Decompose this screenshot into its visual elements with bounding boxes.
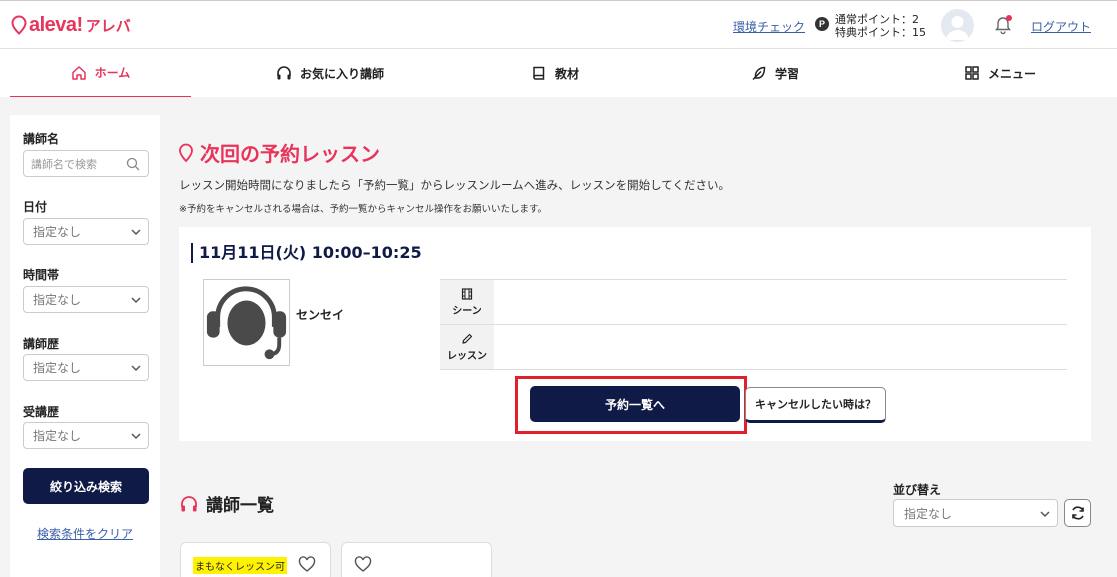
header: aleva! アレバ 環境チェック P 通常ポイント：2 特典ポイント：15 ロ… <box>0 0 1117 49</box>
chevron-down-icon <box>1040 511 1050 518</box>
time-label: 時間帯 <box>23 268 60 282</box>
career-label: 講師歴 <box>23 337 60 351</box>
lesson-datetime: 11月11日(火) 10:00–10:25 <box>191 243 422 263</box>
logo-kana: アレバ <box>85 16 131 35</box>
date-label: 日付 <box>23 200 48 214</box>
cancel-note: ※予約をキャンセルされる場合は、予約一覧からキャンセル操作をお願いいたします。 <box>179 204 548 215</box>
logo-pin-icon <box>11 15 27 35</box>
tab-study-label: 学習 <box>774 66 799 81</box>
career-select[interactable]: 指定なし <box>23 354 149 381</box>
chevron-down-icon <box>131 433 141 440</box>
grid-icon <box>965 66 979 80</box>
teacher-name-label: 講師名 <box>23 132 60 146</box>
lesson-info-table: シーン レッスン <box>440 279 1067 370</box>
points-icon: P <box>815 17 829 31</box>
tab-materials[interactable]: 教材 <box>495 49 615 97</box>
pin-icon <box>179 143 193 162</box>
history-label: 受講歴 <box>23 405 60 419</box>
teacher-card[interactable]: まもなくレッスン可 <box>180 542 331 577</box>
heart-icon[interactable] <box>354 556 372 573</box>
chevron-down-icon <box>131 297 141 304</box>
date-select-value: 指定なし <box>33 225 82 239</box>
history-select-value: 指定なし <box>33 429 82 443</box>
logo-text: aleva! <box>29 13 83 36</box>
sort-select[interactable]: 指定なし <box>893 499 1058 527</box>
next-lesson-card: 11月11日(火) 10:00–10:25 センセイ シーン レッスン 予約一覧… <box>179 227 1091 441</box>
tab-home-label: ホーム <box>94 66 131 80</box>
tab-menu-label: メニュー <box>987 66 1036 81</box>
refresh-button[interactable] <box>1064 499 1091 527</box>
normal-points: 通常ポイント：2 <box>835 13 919 26</box>
pencil-icon <box>462 333 473 344</box>
next-lesson-title: 次回の予約レッスン <box>200 142 380 166</box>
tab-home[interactable]: ホーム <box>10 49 191 97</box>
teacher-list-title: 講師一覧 <box>206 496 274 516</box>
home-icon <box>71 65 86 80</box>
tab-favorites-label: お気に入り講師 <box>299 66 384 81</box>
history-select[interactable]: 指定なし <box>23 422 149 449</box>
avatar[interactable] <box>941 9 974 42</box>
env-check-link[interactable]: 環境チェック <box>733 18 805 35</box>
teacher-photo[interactable] <box>203 279 290 366</box>
tab-study[interactable]: 学習 <box>715 49 835 97</box>
lesson-header: レッスン <box>440 325 494 369</box>
tab-menu[interactable]: メニュー <box>940 49 1060 97</box>
time-select[interactable]: 指定なし <box>23 286 149 313</box>
teacher-name[interactable]: センセイ <box>296 306 344 323</box>
book-icon <box>533 66 545 80</box>
headset-avatar-icon <box>206 286 287 360</box>
teacher-search-placeholder: 講師名で検索 <box>31 157 97 171</box>
tab-favorites[interactable]: お気に入り講師 <box>240 49 420 97</box>
next-lesson-heading: 次回の予約レッスン <box>178 138 380 167</box>
refresh-icon <box>1071 506 1084 520</box>
clear-filters-link[interactable]: 検索条件をクリア <box>10 525 160 542</box>
scene-header: シーン <box>440 280 494 324</box>
main-nav: ホーム お気に入り講師 教材 学習 メニュー <box>0 49 1117 97</box>
filter-search-button[interactable]: 絞り込み検索 <box>23 468 149 504</box>
available-soon-badge: まもなくレッスン可 <box>193 557 287 574</box>
scene-row: シーン <box>440 280 1067 325</box>
reservation-list-button[interactable]: 予約一覧へ <box>530 386 740 422</box>
heart-icon[interactable] <box>298 556 316 573</box>
bonus-points: 特典ポイント：15 <box>835 26 926 39</box>
time-select-value: 指定なし <box>33 293 82 307</box>
lesson-instructions: レッスン開始時間になりましたら「予約一覧」からレッスンルームへ進み、レッスンを開… <box>179 178 730 192</box>
cancel-help-button[interactable]: キャンセルしたい時は？ <box>745 387 886 423</box>
headphones-icon <box>277 66 291 80</box>
avatar-icon <box>946 16 969 40</box>
sort-label: 並び替え <box>893 483 942 497</box>
tab-materials-label: 教材 <box>554 66 579 81</box>
logout-link[interactable]: ログアウト <box>1031 18 1091 35</box>
sort-select-value: 指定なし <box>904 506 953 521</box>
career-select-value: 指定なし <box>33 361 82 375</box>
notification-dot <box>1006 15 1012 21</box>
points-info: 通常ポイント：2 特典ポイント：15 <box>835 13 926 39</box>
teacher-search-input[interactable]: 講師名で検索 <box>23 150 149 177</box>
search-icon <box>126 157 140 171</box>
date-select[interactable]: 指定なし <box>23 218 149 245</box>
logo[interactable]: aleva! アレバ <box>10 13 131 37</box>
chevron-down-icon <box>131 229 141 236</box>
lesson-label: レッスン <box>447 350 487 362</box>
chevron-down-icon <box>131 365 141 372</box>
lesson-row: レッスン <box>440 325 1067 370</box>
film-icon <box>461 287 473 300</box>
teacher-list-heading: 講師一覧 <box>180 491 274 516</box>
teacher-card[interactable] <box>341 542 492 577</box>
headphones-icon <box>181 495 197 511</box>
filter-sidebar: 講師名 講師名で検索 日付 指定なし 時間帯 指定なし 講師歴 指定なし 受講歴… <box>10 115 160 577</box>
feather-icon <box>752 66 766 81</box>
scene-label: シーン <box>452 305 482 317</box>
